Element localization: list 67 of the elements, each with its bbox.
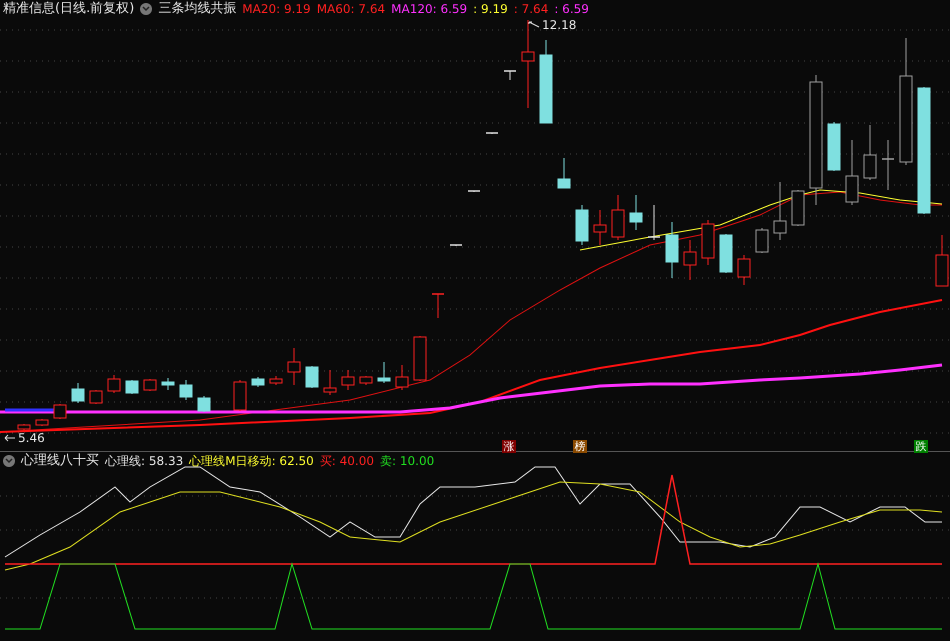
- indicator-reading: 心理线M日移动: 62.50: [189, 453, 314, 470]
- candlestick: [702, 220, 714, 266]
- candlestick: [198, 396, 210, 412]
- indicator-reading: : 9.19: [473, 1, 508, 18]
- indicator-reading: 心理线: 58.33: [105, 453, 184, 470]
- candlestick: [270, 376, 282, 386]
- candlestick: [90, 390, 102, 404]
- candlestick: [54, 404, 66, 420]
- candlestick: [720, 234, 732, 274]
- signal-marker: 跌: [914, 440, 928, 453]
- candlestick: [648, 204, 660, 240]
- candlestick: [594, 210, 606, 246]
- indicator-reading: : 7.64: [514, 1, 548, 18]
- candlestick: [846, 140, 858, 206]
- indicator-name: 心理线八十买: [21, 452, 99, 470]
- candlestick: [792, 190, 804, 226]
- chart-title: 精准信息(日线.前复权): [3, 0, 134, 18]
- candlestick: [126, 380, 138, 394]
- candlestick: [576, 204, 588, 246]
- indicator-reading: MA20: 9.19: [242, 1, 311, 18]
- candlestick: [432, 293, 444, 318]
- candlestick: [864, 124, 876, 180]
- candlestick: [342, 370, 354, 390]
- candlestick: [180, 380, 192, 400]
- candlestick: [36, 418, 48, 426]
- candlestick: [882, 140, 894, 190]
- indicator-reading: MA120: 6.59: [391, 1, 468, 18]
- indicator-reading: : 6.59: [554, 1, 589, 18]
- signal-marker: 榜: [573, 440, 587, 453]
- candlestick: [414, 336, 426, 382]
- candlestick: [756, 228, 768, 254]
- candlestick: [504, 70, 516, 80]
- candlestick: [360, 376, 372, 386]
- indicator-name: 三条均线共振: [158, 0, 236, 18]
- candlestick: [630, 194, 642, 230]
- candlestick: [486, 132, 498, 134]
- candlestick: [72, 382, 84, 404]
- signal-marker: 涨: [502, 440, 516, 453]
- candlestick: [108, 374, 120, 394]
- dropdown-icon[interactable]: [3, 455, 15, 467]
- candlestick: [324, 370, 336, 396]
- candlestick: [378, 362, 390, 384]
- candlestick: [738, 254, 750, 286]
- candlestick: [162, 378, 174, 390]
- low-price-label: 5.46: [18, 430, 45, 447]
- candlestick: [468, 190, 480, 192]
- candlestick: [18, 424, 30, 430]
- pointer-arrow-icon: [528, 21, 540, 29]
- candlestick: [612, 194, 624, 240]
- candlestick: [684, 240, 696, 280]
- indicator-reading: MA60: 7.64: [316, 1, 386, 18]
- candlestick: [558, 158, 570, 188]
- candlestick: [234, 380, 246, 412]
- candlestick: [306, 366, 318, 388]
- candlestick: [396, 364, 408, 390]
- candlestick: [828, 122, 840, 172]
- indicator-reading: 卖: 10.00: [380, 453, 434, 470]
- candlestick: [288, 348, 300, 386]
- indicator-reading: 买: 40.00: [320, 453, 374, 470]
- candlestick: [774, 182, 786, 240]
- candlestick: [252, 376, 264, 388]
- dropdown-icon[interactable]: [140, 3, 152, 15]
- candlestick: [450, 244, 462, 246]
- candlestick: [666, 222, 678, 278]
- high-price-label: 12.18: [542, 17, 576, 34]
- candlestick: [144, 378, 156, 392]
- pointer-arrow-icon: [4, 434, 16, 442]
